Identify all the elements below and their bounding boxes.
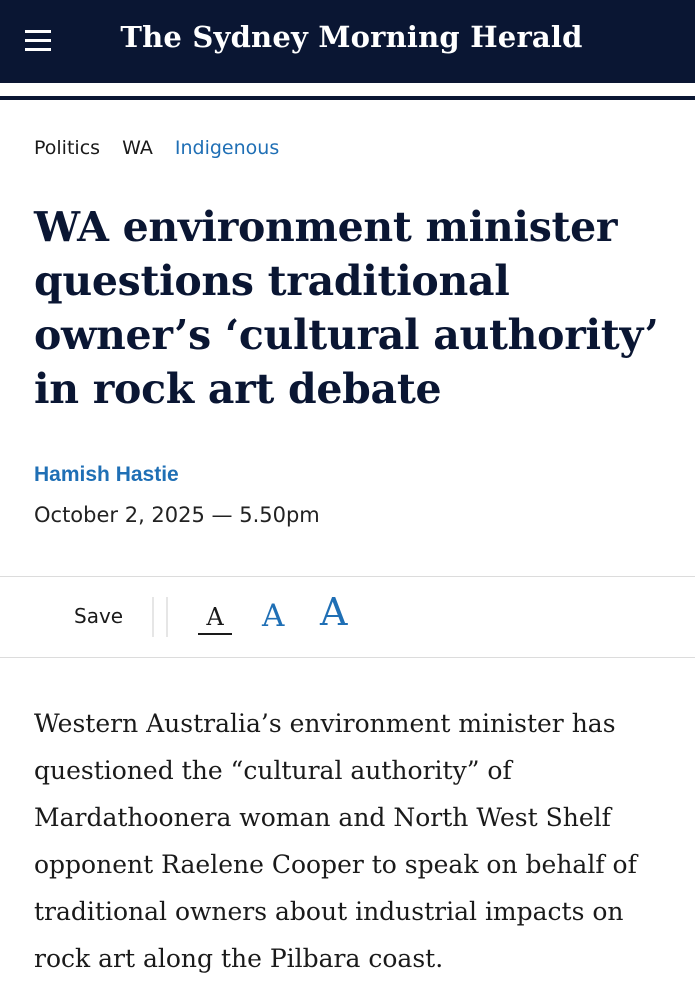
font-size-medium-button[interactable]: A — [262, 598, 284, 634]
toolbar-divider — [152, 597, 154, 637]
header-divider — [0, 96, 695, 100]
save-button[interactable]: Save — [74, 604, 123, 628]
breadcrumb-wa[interactable]: WA — [122, 137, 153, 159]
author-link[interactable]: Hamish Hastie — [34, 463, 179, 487]
breadcrumb-indigenous[interactable]: Indigenous — [175, 137, 279, 159]
font-size-selected-indicator — [198, 633, 232, 635]
publish-date: October 2, 2025 — 5.50pm — [34, 503, 320, 527]
article-body-paragraph: Western Australia’s environment minister… — [34, 709, 637, 973]
font-size-large-button[interactable]: A — [320, 590, 347, 634]
breadcrumb-politics[interactable]: Politics — [34, 137, 100, 159]
toolbar-bottom-divider — [0, 657, 695, 658]
font-size-small-button[interactable]: A — [198, 603, 232, 631]
article-headline: WA environment minister questions tradit… — [34, 203, 659, 413]
top-bar: The Sydney Morning Herald — [0, 0, 695, 83]
masthead-logo[interactable]: The Sydney Morning Herald — [0, 20, 695, 54]
breadcrumb: Politics WA Indigenous — [34, 137, 295, 159]
toolbar-top-divider — [0, 576, 695, 577]
toolbar-divider — [166, 597, 168, 637]
